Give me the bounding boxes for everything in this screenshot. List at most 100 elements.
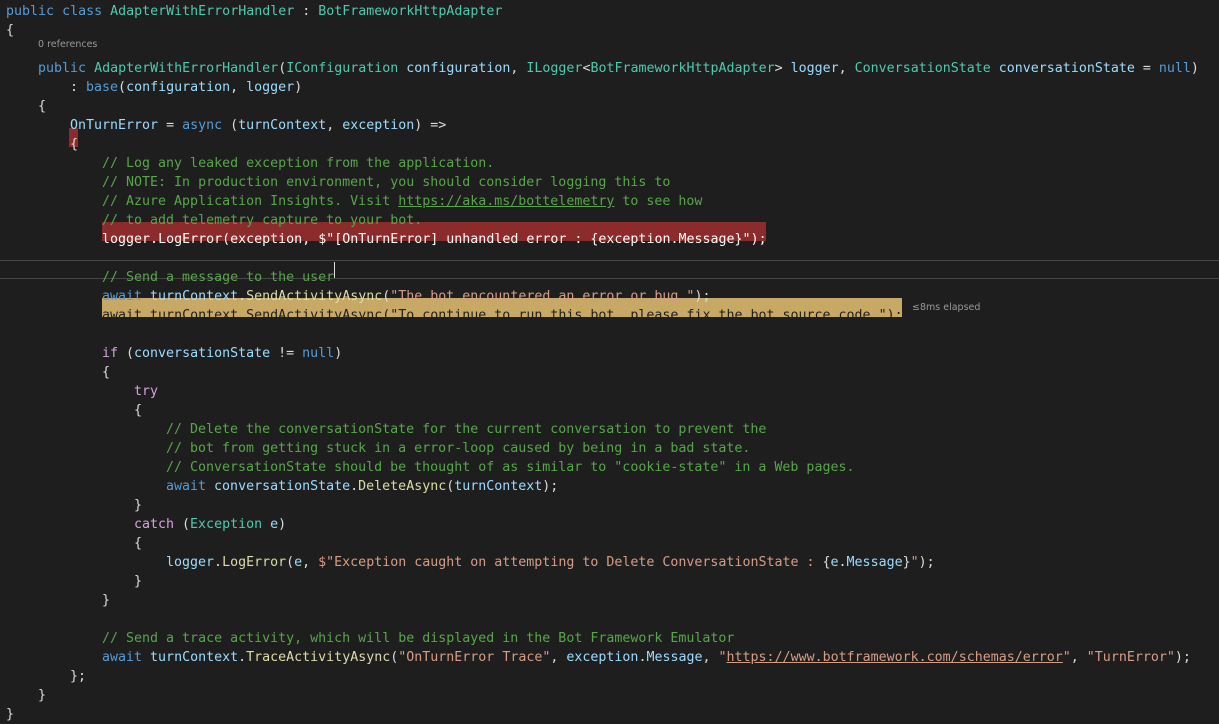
code-token: null <box>1158 61 1191 76</box>
code-token: exception <box>598 232 671 247</box>
code-line[interactable]: { <box>38 97 46 116</box>
code-line[interactable]: // Delete the conversationState for the … <box>166 420 766 439</box>
code-token: } <box>134 574 143 589</box>
code-token: logger <box>790 61 839 76</box>
code-line[interactable]: catch (Exception e) <box>134 515 286 534</box>
code-token: , <box>326 118 343 133</box>
code-token: conversationState <box>134 346 271 361</box>
code-line[interactable]: await turnContext.SendActivityAsync("The… <box>102 287 710 306</box>
code-token: : <box>70 80 87 95</box>
code-token: SendActivityAsync <box>246 308 383 323</box>
code-token: await <box>166 479 207 494</box>
code-token: " <box>718 650 727 665</box>
code-line[interactable]: { <box>102 363 110 382</box>
code-token: ( <box>222 118 239 133</box>
code-token: " <box>742 232 751 247</box>
code-line[interactable]: } <box>38 686 46 705</box>
code-line[interactable]: public AdapterWithErrorHandler(IConfigur… <box>38 59 1199 78</box>
code-token: = <box>1134 61 1159 76</box>
code-line[interactable]: public class AdapterWithErrorHandler : B… <box>6 2 502 21</box>
code-token: , <box>230 80 247 95</box>
code-token: . <box>238 308 247 323</box>
code-token: IConfiguration <box>286 61 399 76</box>
code-token: https://www.botframework.com/schemas/err… <box>726 650 1063 665</box>
code-line[interactable]: { <box>134 401 142 420</box>
code-line[interactable]: { <box>134 534 142 553</box>
code-token: { <box>102 365 111 380</box>
code-line[interactable]: : base(configuration, logger) <box>70 78 302 97</box>
code-line[interactable]: // bot from getting stuck in a error-loo… <box>166 439 750 458</box>
code-token: { <box>134 536 143 551</box>
code-token: "TurnError" <box>1086 650 1175 665</box>
code-line[interactable]: await conversationState.DeleteAsync(turn… <box>166 477 558 496</box>
code-line[interactable]: logger.LogError(e, $"Exception caught on… <box>166 553 935 572</box>
code-token: "The bot encountered an error or bug." <box>390 289 695 304</box>
code-token: ( <box>174 517 191 532</box>
code-token: != <box>270 346 303 361</box>
code-token: DeleteAsync <box>358 479 447 494</box>
code-token: . <box>350 479 359 494</box>
code-token: "OnTurnError Trace" <box>398 650 551 665</box>
code-token: , <box>510 61 527 76</box>
code-token: TraceActivityAsync <box>246 650 391 665</box>
code-token: class <box>62 4 103 19</box>
code-token: LogError <box>222 555 287 570</box>
code-token: logger <box>246 80 295 95</box>
code-line[interactable]: logger.LogError(exception, $"[OnTurnErro… <box>102 230 767 249</box>
code-token: exception <box>566 650 639 665</box>
code-line[interactable]: // Send a message to the user <box>102 268 334 287</box>
code-token: exception <box>230 232 303 247</box>
code-line[interactable]: // NOTE: In production environment, you … <box>102 173 670 192</box>
code-token: await <box>102 289 143 304</box>
code-line[interactable]: if (conversationState != null) <box>102 344 342 363</box>
code-token: ) <box>1190 61 1199 76</box>
code-token: configuration <box>406 61 511 76</box>
code-line[interactable]: // ConversationState should be thought o… <box>166 458 854 477</box>
code-token: // Log any leaked exception from the app… <box>102 156 495 171</box>
code-lens-references[interactable]: 0 references <box>38 38 97 52</box>
code-token: try <box>134 384 159 399</box>
code-line[interactable]: // Log any leaked exception from the app… <box>102 154 494 173</box>
code-line[interactable]: } <box>134 496 142 515</box>
code-line[interactable]: { <box>6 21 14 40</box>
code-token: SendActivityAsync <box>246 289 383 304</box>
code-token: AdapterWithErrorHandler <box>94 61 279 76</box>
code-token: " <box>1062 650 1071 665</box>
code-token: , <box>702 650 719 665</box>
code-token: e <box>294 555 303 570</box>
perf-tip[interactable]: ≤8ms elapsed <box>912 301 980 315</box>
code-token: } <box>102 593 111 608</box>
code-line[interactable]: { <box>70 135 78 154</box>
code-line[interactable]: } <box>102 591 110 610</box>
code-token: $"Exception caught on attempting to Dele… <box>318 555 823 570</box>
code-token: ); <box>886 308 903 323</box>
code-line[interactable]: OnTurnError = async (turnContext, except… <box>70 116 446 135</box>
code-token: ConversationState <box>854 61 991 76</box>
code-token: ) <box>294 80 303 95</box>
code-token: ) <box>334 346 343 361</box>
code-token: turnContext <box>150 308 239 323</box>
code-token: , <box>1070 650 1087 665</box>
code-line[interactable]: } <box>134 572 142 591</box>
code-line[interactable]: await turnContext.TraceActivityAsync("On… <box>102 648 1191 667</box>
code-token: Exception <box>190 517 263 532</box>
code-token: configuration <box>126 80 231 95</box>
code-token: } <box>734 232 743 247</box>
code-line[interactable]: // to add telemetry capture to your bot. <box>102 211 422 230</box>
code-token: exception <box>342 118 415 133</box>
code-line[interactable]: // Send a trace activity, which will be … <box>102 629 734 648</box>
code-line[interactable]: }; <box>70 667 86 686</box>
code-line[interactable]: } <box>6 705 14 724</box>
code-token: public <box>38 61 87 76</box>
code-token: = <box>158 118 183 133</box>
code-line[interactable]: try <box>134 382 158 401</box>
code-token: " <box>910 555 919 570</box>
code-editor[interactable]: 0 references public class AdapterWithErr… <box>0 0 1219 722</box>
code-line[interactable]: await turnContext.SendActivityAsync("To … <box>102 306 903 325</box>
code-token: { <box>70 137 79 152</box>
code-line[interactable]: // Azure Application Insights. Visit htt… <box>102 192 702 211</box>
code-token: }; <box>70 669 87 684</box>
